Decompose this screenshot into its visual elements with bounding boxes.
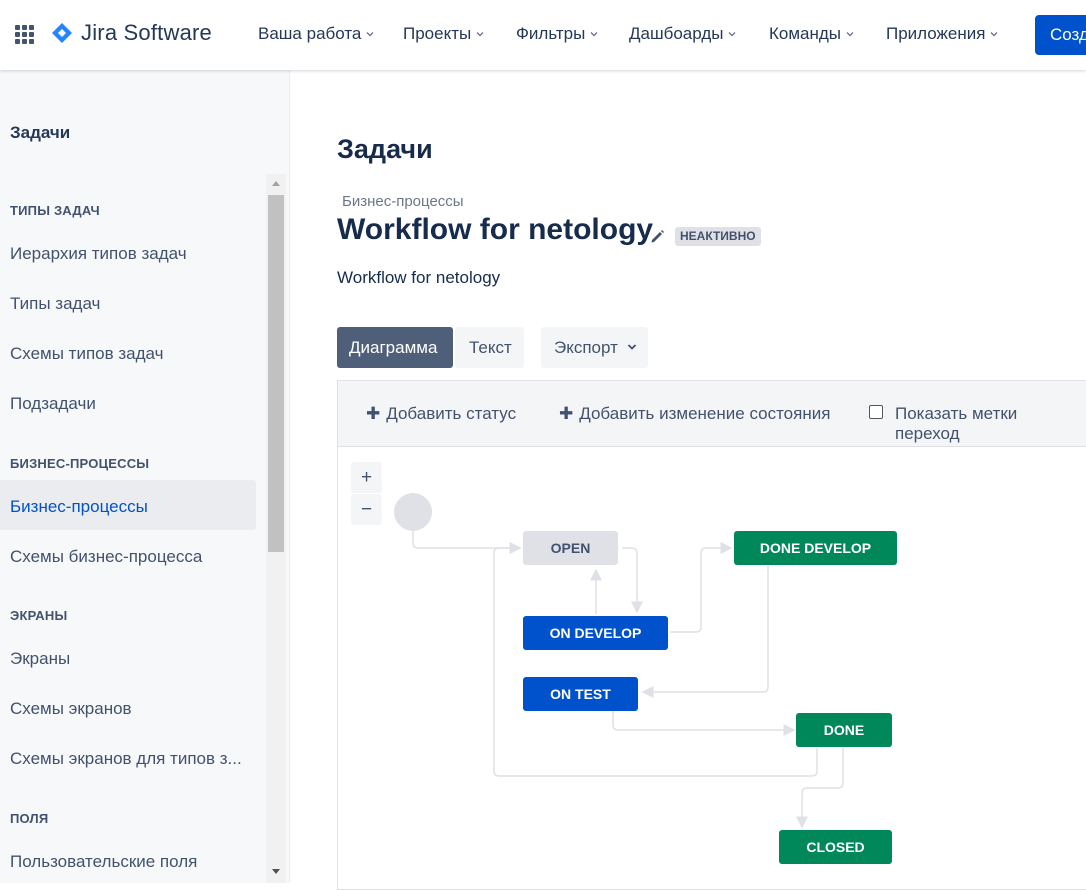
status-open[interactable]: OPEN	[523, 531, 618, 565]
app-switcher-icon[interactable]	[15, 25, 35, 45]
jira-diamond-icon	[52, 23, 72, 43]
chevron-down-icon	[990, 32, 998, 37]
nav-label: Ваша работа	[258, 24, 362, 43]
transition-lines	[394, 493, 844, 829]
nav-teams[interactable]: Команды	[769, 24, 854, 44]
chevron-down-icon	[476, 32, 484, 37]
chevron-down-icon	[590, 32, 598, 37]
status-done-develop[interactable]: DONE DEVELOP	[734, 531, 897, 565]
nav-label: Команды	[769, 24, 842, 43]
status-done[interactable]: DONE	[796, 713, 892, 747]
nav-apps[interactable]: Приложения	[886, 24, 998, 44]
status-on-develop[interactable]: ON DEVELOP	[523, 616, 668, 650]
start-node[interactable]	[394, 493, 432, 531]
nav-your-work[interactable]: Ваша работа	[258, 24, 374, 44]
jira-logo[interactable]: Jira Software	[51, 20, 212, 46]
brand-name: Jira Software	[81, 20, 212, 45]
nav-label: Фильтры	[516, 24, 586, 43]
nav-filters[interactable]: Фильтры	[516, 24, 598, 44]
status-on-test[interactable]: ON TEST	[523, 677, 638, 711]
nav-dashboards[interactable]: Дашбоарды	[629, 24, 736, 44]
top-navigation: Jira Software Ваша работа Проекты Фильтр…	[0, 0, 1086, 70]
nav-label: Приложения	[886, 24, 986, 43]
status-closed[interactable]: CLOSED	[779, 830, 892, 864]
chevron-down-icon	[846, 32, 854, 37]
nav-label: Проекты	[403, 24, 472, 43]
nav-label: Дашбоарды	[629, 24, 724, 43]
chevron-down-icon	[728, 32, 736, 37]
nav-projects[interactable]: Проекты	[403, 24, 484, 44]
chevron-down-icon	[366, 32, 374, 37]
create-button[interactable]: Созд	[1035, 15, 1086, 55]
